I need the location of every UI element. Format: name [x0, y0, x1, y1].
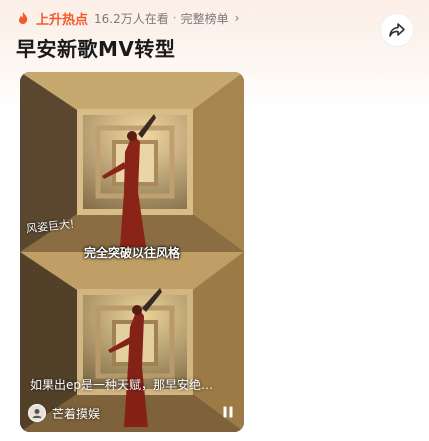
trend-label: 上升热点: [36, 12, 89, 28]
video-description[interactable]: 如果出ep是一种天赋，那早安绝…: [30, 376, 238, 393]
trend-meta[interactable]: 16.2万人在看 · 完整榜单 ›: [94, 10, 239, 27]
views-count: 16.2万人在看: [94, 11, 169, 26]
share-button[interactable]: [381, 14, 413, 46]
page-title[interactable]: 早安新歌MV转型: [16, 33, 175, 62]
share-icon: [389, 23, 405, 37]
trend-bar[interactable]: 上升热点 16.2万人在看 · 完整榜单 ›: [16, 8, 239, 28]
flame-icon: [19, 12, 28, 24]
video-card[interactable]: 风姿巨大! 完全突破以往风格 如果出ep是一种天赋，那早安绝… 芒着摸娱: [20, 72, 244, 432]
full-list-link[interactable]: 完整榜单: [181, 10, 229, 27]
card-footer: 芒着摸娱: [28, 402, 238, 424]
chevron-right-icon: ›: [234, 11, 240, 25]
channel-name[interactable]: 芒着摸娱: [52, 405, 100, 422]
video-caption: 完全突破以往风格: [83, 246, 180, 260]
avatar-icon: [32, 409, 42, 418]
separator-dot: ·: [172, 11, 177, 25]
pause-icon[interactable]: [220, 404, 236, 420]
channel-avatar[interactable]: [28, 404, 46, 422]
